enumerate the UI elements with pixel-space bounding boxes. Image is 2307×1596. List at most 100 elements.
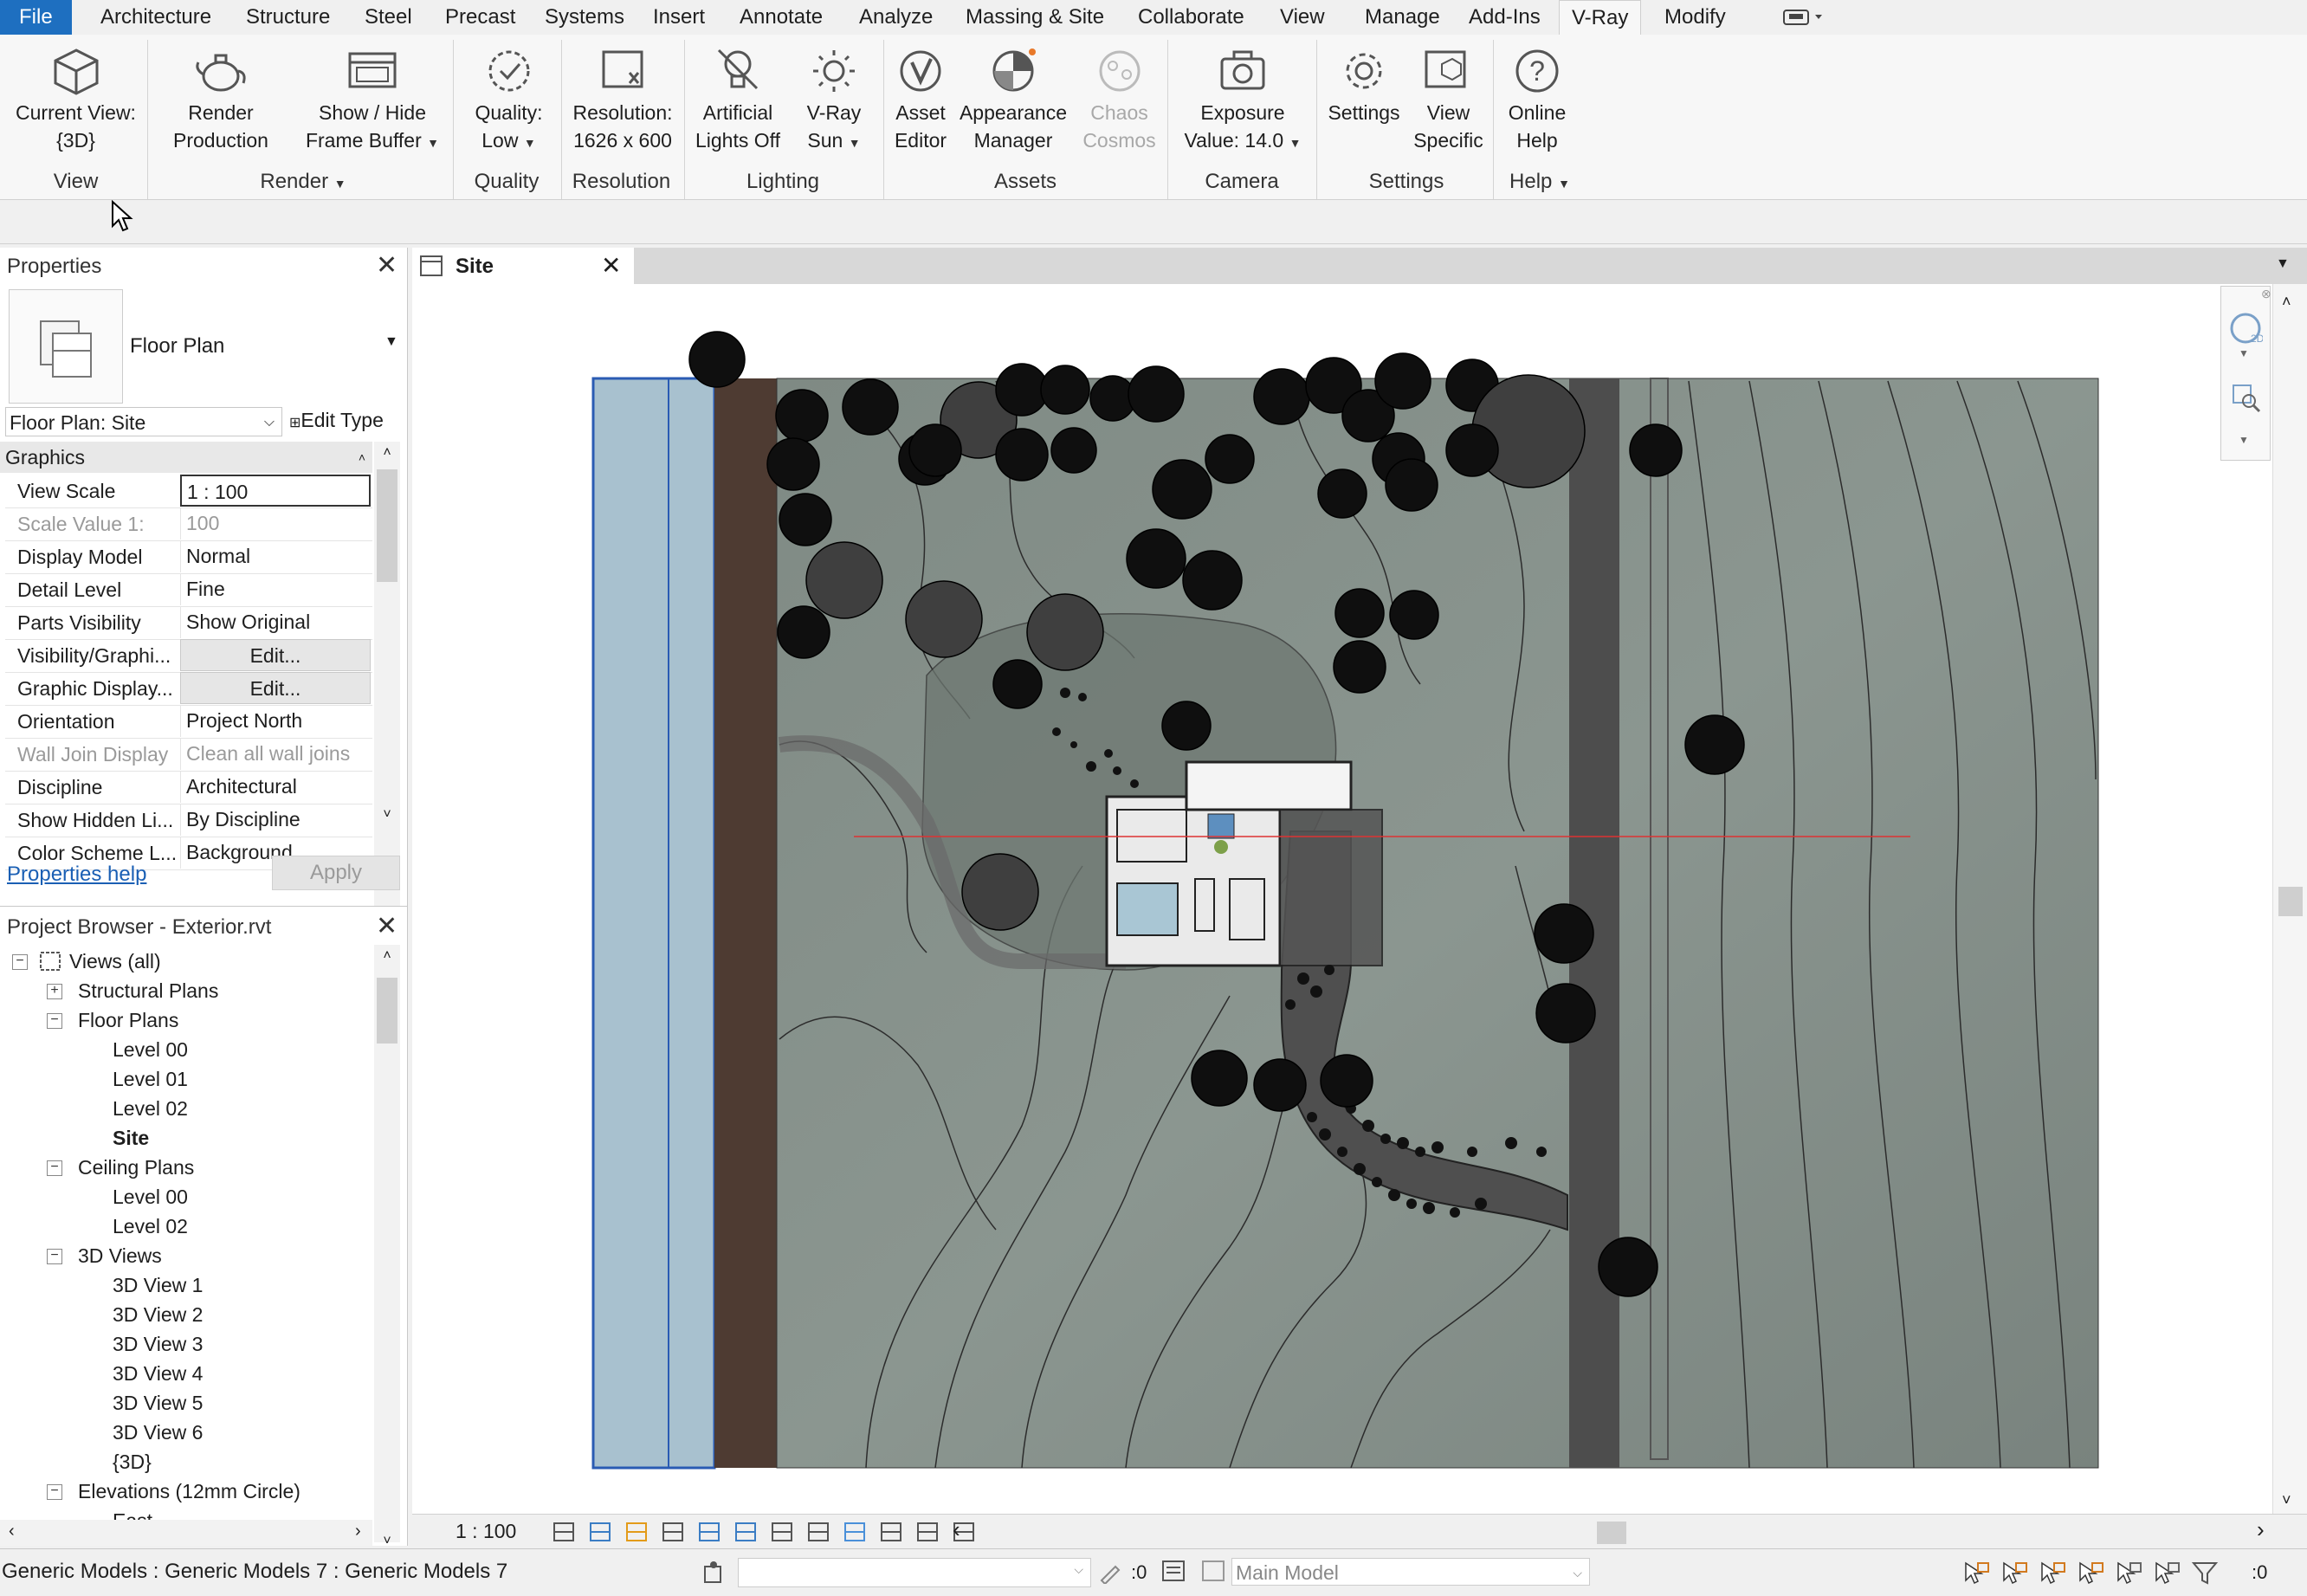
- tree-elevations[interactable]: Elevations (12mm Circle): [78, 1480, 300, 1503]
- apply-button[interactable]: Apply: [272, 856, 400, 890]
- show-crop-icon[interactable]: [733, 1519, 760, 1545]
- reveal-hidden-icon[interactable]: [805, 1519, 833, 1545]
- dropdown-caret-icon[interactable]: ▼: [334, 177, 346, 191]
- tree-item[interactable]: 3D View 5: [113, 1392, 203, 1415]
- scroll-up-icon[interactable]: ˄: [374, 948, 400, 964]
- tab-collaborate[interactable]: Collaborate: [1126, 0, 1257, 35]
- tab-steel[interactable]: Steel: [352, 0, 424, 35]
- tab-systems[interactable]: Systems: [533, 0, 637, 35]
- property-value[interactable]: By Discipline: [180, 804, 371, 836]
- tree-item[interactable]: 3D View 3: [113, 1333, 203, 1356]
- model-dropdown[interactable]: Main Model ⌵: [1231, 1558, 1590, 1586]
- vray-sun-button[interactable]: V-Ray Sun ▼: [795, 43, 873, 157]
- graphics-section-header[interactable]: Graphics ˄: [0, 442, 372, 473]
- appearance-manager-button[interactable]: Appearance Manager: [957, 43, 1069, 154]
- scroll-down-icon[interactable]: ˅: [2282, 1491, 2291, 1509]
- view-scale[interactable]: 1 : 100: [456, 1520, 516, 1543]
- property-value[interactable]: Normal: [180, 540, 371, 572]
- visual-style-icon[interactable]: [587, 1519, 615, 1545]
- view-tab-site[interactable]: Site ✕: [412, 248, 634, 284]
- tree-item[interactable]: 3D View 1: [113, 1274, 203, 1297]
- filter-icon[interactable]: [2191, 1560, 2220, 1586]
- tree-item[interactable]: Level 02: [113, 1097, 188, 1121]
- scroll-up-icon[interactable]: ˄: [374, 445, 400, 461]
- tree-root-views[interactable]: Views (all): [69, 950, 161, 973]
- worksharing-icon[interactable]: [701, 1560, 726, 1586]
- scroll-right-icon[interactable]: ›: [355, 1522, 361, 1541]
- tree-floor-plans[interactable]: Floor Plans: [78, 1009, 178, 1032]
- scroll-thumb[interactable]: [2278, 887, 2303, 916]
- property-value[interactable]: Architectural: [180, 771, 371, 803]
- workset-dropdown[interactable]: ⌵: [738, 1558, 1091, 1587]
- tree-item[interactable]: 3D View 4: [113, 1362, 203, 1386]
- tab-view[interactable]: View: [1268, 0, 1337, 35]
- edit-button[interactable]: Edit...: [180, 639, 371, 671]
- tree-item[interactable]: {3D}: [113, 1451, 152, 1474]
- drag-on-selection-icon[interactable]: [2115, 1560, 2144, 1586]
- collapse-icon[interactable]: −: [47, 1249, 62, 1264]
- scroll-thumb[interactable]: [377, 978, 397, 1044]
- edit-button[interactable]: Edit...: [180, 672, 371, 704]
- ribbon-display-toggle[interactable]: [1780, 5, 1832, 29]
- scroll-thumb[interactable]: [377, 469, 397, 582]
- browser-scrollbar[interactable]: ˄ ˅: [374, 945, 400, 1548]
- crop-view-icon[interactable]: [696, 1519, 724, 1545]
- exposure-button[interactable]: Exposure Value: 14.0 ▼: [1182, 43, 1303, 157]
- collapse-icon[interactable]: −: [47, 1484, 62, 1500]
- tab-v-ray[interactable]: V-Ray: [1559, 0, 1642, 36]
- scroll-up-icon[interactable]: ˄: [2282, 293, 2291, 311]
- tree-item[interactable]: 3D View 6: [113, 1421, 203, 1444]
- tab-structure[interactable]: Structure: [234, 0, 342, 35]
- collapse-icon[interactable]: −: [12, 954, 28, 970]
- design-option-set-icon[interactable]: [1200, 1558, 1226, 1584]
- select-underlay-icon[interactable]: [2000, 1560, 2030, 1586]
- tab-modify[interactable]: Modify: [1652, 0, 1738, 35]
- tree-item[interactable]: Site: [113, 1127, 149, 1150]
- instance-selector[interactable]: Floor Plan: Site ⌵: [5, 407, 282, 436]
- tab-manage[interactable]: Manage: [1353, 0, 1452, 35]
- tab-massing-site[interactable]: Massing & Site: [953, 0, 1116, 35]
- view-specific-button[interactable]: View Specific: [1407, 43, 1490, 154]
- dropdown-caret-icon[interactable]: ▼: [849, 136, 861, 150]
- tab-analyze[interactable]: Analyze: [847, 0, 945, 35]
- frame-buffer-button[interactable]: Show / Hide Frame Buffer ▼: [303, 43, 442, 157]
- view-vscrollbar[interactable]: ˄ ˅: [2272, 284, 2307, 1514]
- quality-button[interactable]: Quality: Low ▼: [463, 43, 554, 157]
- lock-3d-icon[interactable]: [842, 1519, 869, 1545]
- tab-list-icon[interactable]: ▼: [2276, 256, 2290, 272]
- scroll-down-icon[interactable]: ˅: [374, 1534, 400, 1549]
- close-icon[interactable]: ✕: [376, 253, 397, 279]
- hscroll-thumb[interactable]: [1597, 1522, 1626, 1544]
- asset-editor-button[interactable]: Asset Editor: [890, 43, 951, 154]
- drawing-canvas[interactable]: ⊗ 2D ▼ ▼: [412, 284, 2272, 1514]
- scroll-left-icon[interactable]: ‹: [9, 1522, 15, 1541]
- type-selector-name[interactable]: Floor Plan: [130, 334, 224, 359]
- properties-help-link[interactable]: Properties help: [7, 863, 146, 887]
- shadows-icon[interactable]: [660, 1519, 688, 1545]
- property-value[interactable]: 1 : 100: [180, 475, 371, 507]
- tree-structural-plans[interactable]: Structural Plans: [78, 979, 218, 1003]
- resolution-button[interactable]: Resolution: 1626 x 600: [567, 43, 678, 154]
- type-selector-dropdown-icon[interactable]: ▼: [384, 334, 398, 350]
- chevron-down-icon[interactable]: ▼: [2239, 347, 2249, 359]
- tab-architecture[interactable]: Architecture: [88, 0, 223, 35]
- analytical-model-icon[interactable]: [878, 1519, 906, 1545]
- edit-type-button[interactable]: ⊞Edit Type: [289, 409, 384, 432]
- tab-file[interactable]: File: [0, 0, 72, 35]
- temporary-hide-icon[interactable]: [769, 1519, 797, 1545]
- dropdown-caret-icon[interactable]: ▼: [427, 136, 439, 150]
- steering-wheel-icon[interactable]: 2D: [2228, 311, 2263, 346]
- settings-button[interactable]: Settings: [1325, 43, 1403, 126]
- highlight-displacement-icon[interactable]: [914, 1519, 942, 1545]
- expand-icon[interactable]: +: [47, 984, 62, 999]
- dropdown-caret-icon[interactable]: ▼: [1558, 177, 1570, 191]
- tree-item[interactable]: Level 00: [113, 1186, 188, 1209]
- tab-annotate[interactable]: Annotate: [727, 0, 835, 35]
- render-production-button[interactable]: Render Production: [165, 43, 277, 154]
- select-by-face-icon[interactable]: [2077, 1560, 2106, 1586]
- background-process-icon[interactable]: [2153, 1560, 2182, 1586]
- group-help-label[interactable]: Help ▼: [1496, 170, 1583, 194]
- select-pinned-icon[interactable]: [2039, 1560, 2068, 1586]
- collapse-icon[interactable]: −: [47, 1160, 62, 1176]
- scroll-down-icon[interactable]: ˅: [374, 807, 400, 823]
